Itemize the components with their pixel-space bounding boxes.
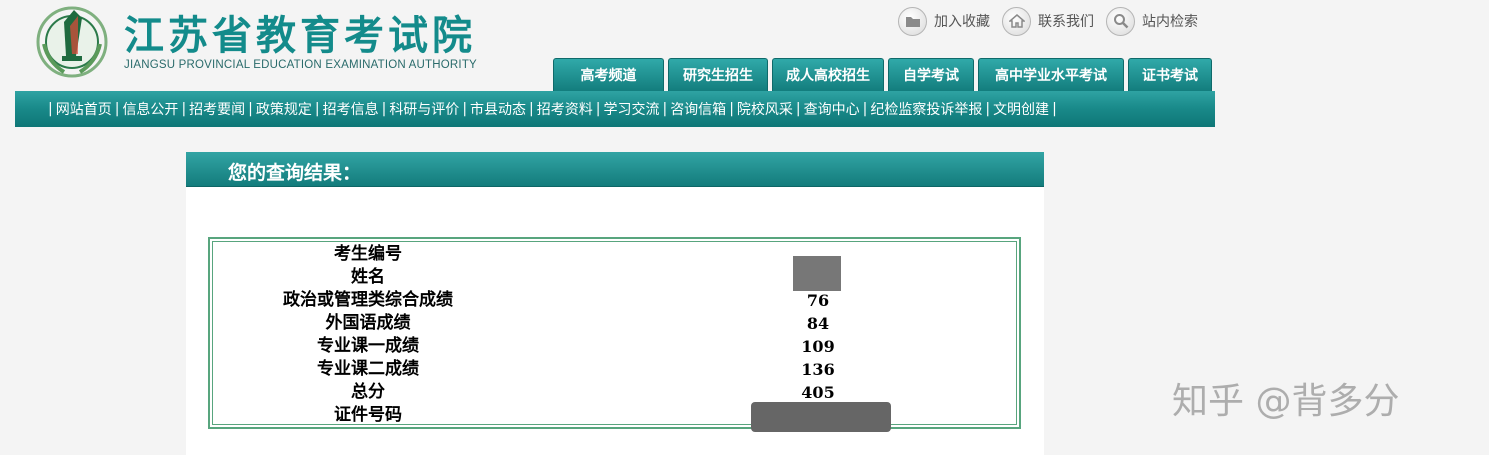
site-search-label: 站内检索 xyxy=(1142,14,1198,30)
nav-separator: | xyxy=(114,101,120,117)
nav-item-news[interactable]: 招考要闻 xyxy=(189,99,245,119)
nav-separator: | xyxy=(662,101,668,117)
row-label: 外国语成绩 xyxy=(325,313,411,333)
home-icon xyxy=(1002,6,1031,36)
site-title-en: JIANGSU PROVINCIAL EDUCATION EXAMINATION… xyxy=(124,59,477,71)
row-label: 专业课一成绩 xyxy=(317,336,419,356)
nav-separator: | xyxy=(314,101,320,117)
nav-separator: | xyxy=(462,101,468,117)
row-label: 政治或管理类综合成绩 xyxy=(283,290,453,310)
score-table-inner: 考生编号 姓名 政治或管理类综合成绩 76 外国语成绩 84 专业课一成绩 10… xyxy=(212,241,1017,432)
score-table: 考生编号 姓名 政治或管理类综合成绩 76 外国语成绩 84 专业课一成绩 10… xyxy=(208,237,1021,432)
tab-certificate[interactable]: 证书考试 xyxy=(1128,58,1212,91)
table-row: 专业课二成绩 136 xyxy=(213,358,1016,381)
id-redaction xyxy=(751,402,891,432)
nav-item-policy[interactable]: 政策规定 xyxy=(256,99,312,119)
channel-tabs: 高考频道 研究生招生 成人高校招生 自学考试 高中学业水平考试 证书考试 xyxy=(553,58,1216,91)
nav-item-research[interactable]: 科研与评价 xyxy=(389,99,459,119)
nav-separator: | xyxy=(985,101,991,117)
table-row: 专业课一成绩 109 xyxy=(213,335,1016,358)
nav-separator: | xyxy=(595,101,601,117)
contact-us-label: 联系我们 xyxy=(1038,14,1094,30)
nav-separator: | xyxy=(1052,101,1057,117)
row-label: 考生编号 xyxy=(334,244,402,264)
table-row: 姓名 xyxy=(213,266,1016,289)
nav-item-materials[interactable]: 招考资料 xyxy=(537,99,593,119)
top-links: 加入收藏 联系我们 站内检索 xyxy=(898,6,1210,36)
site-title-cn: 江苏省教育考试院 xyxy=(124,13,476,59)
tab-adult-college[interactable]: 成人高校招生 xyxy=(772,58,884,91)
nav-item-info-public[interactable]: 信息公开 xyxy=(122,99,178,119)
row-label: 总分 xyxy=(351,382,385,402)
row-label: 专业课二成绩 xyxy=(317,359,419,379)
nav-separator: | xyxy=(729,101,734,117)
nav-item-local-news[interactable]: 市县动态 xyxy=(470,99,526,119)
row-value: 84 xyxy=(806,314,830,333)
row-value: 76 xyxy=(806,291,830,310)
row-value: 109 xyxy=(801,337,835,356)
row-label: 姓名 xyxy=(351,267,385,287)
nav-separator: | xyxy=(48,101,53,117)
nav-item-civilization[interactable]: 文明创建 xyxy=(993,99,1049,119)
main-nav: | 网站首页 | 信息公开 | 招考要闻 | 政策规定 | 招考信息 | 科研与评价 | 市… xyxy=(15,91,1215,127)
nav-item-home[interactable]: 网站首页 xyxy=(56,99,112,119)
tab-academic-level[interactable]: 高中学业水平考试 xyxy=(978,58,1124,91)
nav-separator: | xyxy=(381,101,387,117)
tab-self-study[interactable]: 自学考试 xyxy=(888,58,974,91)
contact-us-link[interactable]: 联系我们 xyxy=(1002,6,1094,36)
nav-separator: | xyxy=(181,101,187,117)
nav-separator: | xyxy=(862,101,868,117)
table-row: 证件号码 xyxy=(213,404,1016,427)
nav-item-query-center[interactable]: 查询中心 xyxy=(804,99,860,119)
nav-item-exchange[interactable]: 学习交流 xyxy=(603,99,659,119)
nav-item-campus[interactable]: 院校风采 xyxy=(737,99,793,119)
folder-icon xyxy=(898,6,927,36)
table-row: 考生编号 xyxy=(213,243,1016,266)
nav-separator: | xyxy=(529,101,534,117)
tab-gaokao[interactable]: 高考频道 xyxy=(553,58,664,91)
nav-item-exam-info[interactable]: 招考信息 xyxy=(323,99,379,119)
row-value: 136 xyxy=(801,360,835,379)
name-redaction xyxy=(793,256,841,291)
row-label: 证件号码 xyxy=(334,405,402,425)
table-row: 外国语成绩 84 xyxy=(213,312,1016,335)
nav-item-complaints[interactable]: 纪检监察投诉举报 xyxy=(870,99,982,119)
result-panel: 您的查询结果： 考生编号 姓名 政治或管理类综合成绩 76 外国语成绩 84 专… xyxy=(186,152,1044,455)
row-value: 405 xyxy=(801,383,835,402)
nav-separator: | xyxy=(795,101,801,117)
nav-separator: | xyxy=(248,101,253,117)
tab-graduate[interactable]: 研究生招生 xyxy=(668,58,768,91)
table-row: 政治或管理类综合成绩 76 xyxy=(213,289,1016,312)
result-title: 您的查询结果： xyxy=(228,162,362,184)
logo-emblem xyxy=(34,4,110,80)
nav-item-mailbox[interactable]: 咨询信箱 xyxy=(670,99,726,119)
watermark: 知乎 @背多分 xyxy=(1172,381,1400,422)
add-favorite-label: 加入收藏 xyxy=(934,14,990,30)
site-search-link[interactable]: 站内检索 xyxy=(1106,6,1198,36)
search-icon xyxy=(1106,6,1135,36)
add-favorite-link[interactable]: 加入收藏 xyxy=(898,6,990,36)
table-row: 总分 405 xyxy=(213,381,1016,404)
